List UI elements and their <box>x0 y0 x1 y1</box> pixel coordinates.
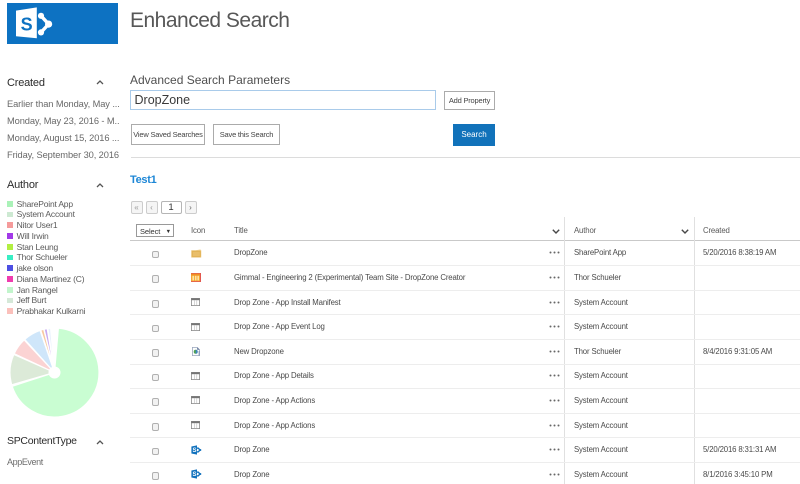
svg-text:S: S <box>21 15 33 35</box>
svg-text:S: S <box>193 472 197 478</box>
svg-text:S: S <box>193 448 197 454</box>
